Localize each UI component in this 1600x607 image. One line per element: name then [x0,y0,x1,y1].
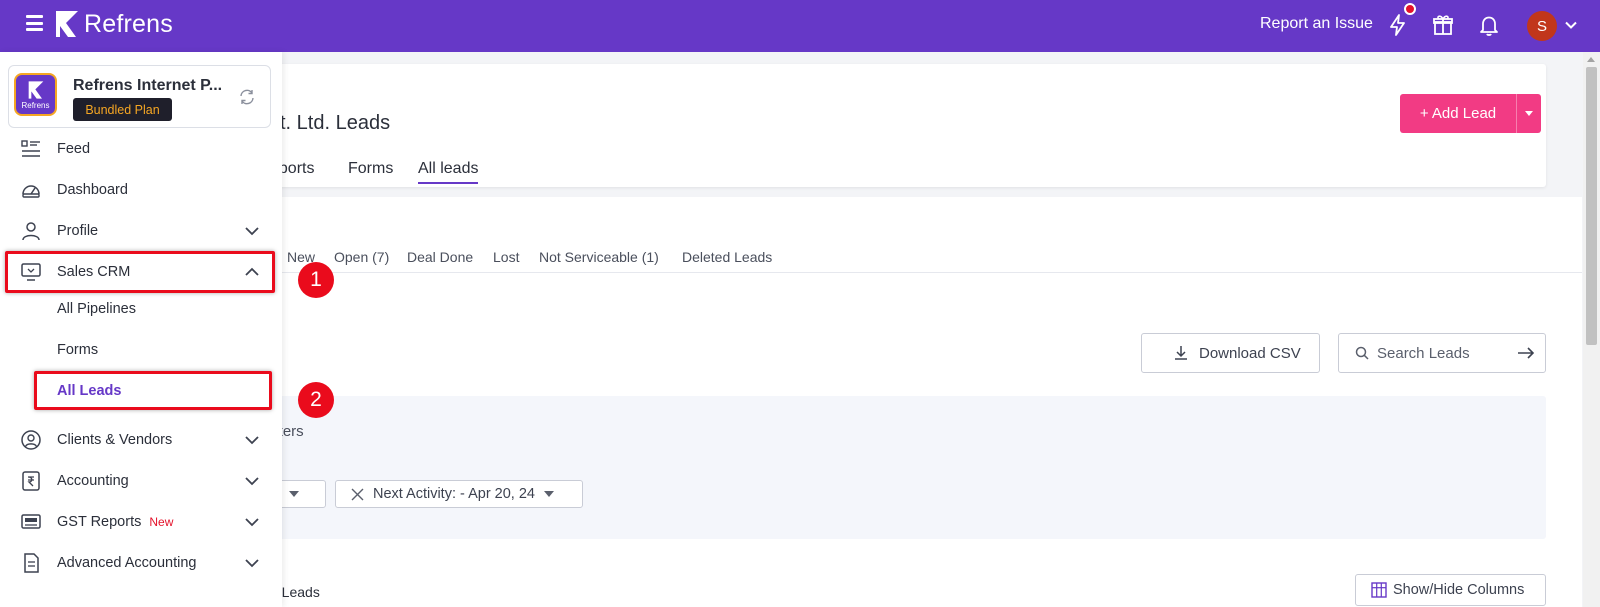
filters-panel [270,396,1546,539]
user-circle-icon [21,430,41,450]
add-lead-label: + Add Lead [1419,105,1497,122]
brand-name: Refrens [84,9,173,38]
sidebar-item-label: Feed [57,141,91,157]
user-avatar[interactable]: S [1527,11,1557,41]
sidebar: Refrens Refrens Internet P... Bundled Pl… [0,52,282,607]
chevron-down-icon[interactable] [244,223,260,239]
new-badge: New [149,515,174,529]
sidebar-item-label: GST Reports New [57,514,173,530]
org-switcher[interactable]: Refrens Refrens Internet P... Bundled Pl… [8,65,271,128]
download-csv-label: Download CSV [1199,344,1301,362]
caret-down-icon [289,491,300,497]
sidebar-subitem-all-pipelines[interactable]: All Pipelines [57,301,136,317]
user-icon [22,222,40,241]
sidebar-item-label: Advanced Accounting [57,555,197,571]
search-leads-input[interactable]: Search Leads [1338,333,1546,373]
filter-chip-next-activity[interactable]: Next Activity: - Apr 20, 24 [335,480,583,508]
scrollbar-thumb[interactable] [1586,67,1597,345]
status-tab-open[interactable]: Open (7) [334,249,389,265]
search-placeholder: Search Leads [1377,344,1470,362]
page-title: vt. Ltd. Leads [270,112,391,134]
chevron-down-icon[interactable] [244,555,260,571]
sidebar-item-gst-reports[interactable]: GST Reports New [0,504,282,540]
page-scrollbar[interactable] [1583,52,1600,607]
filter-chip-next-activity-label: Next Activity: - Apr 20, 24 [373,486,535,502]
refrens-logo-icon [56,11,78,37]
sidebar-item-accounting[interactable]: Accounting [0,463,282,499]
sidebar-item-label: Dashboard [57,182,128,198]
tab-forms[interactable]: Forms [348,160,393,182]
caret-down-icon[interactable] [1517,111,1541,116]
feed-icon [21,140,40,157]
scroll-up-arrow-icon[interactable] [1587,57,1595,62]
notification-dot [1404,3,1416,15]
status-tab-deal-done[interactable]: Deal Done [407,249,473,265]
sidebar-item-clients-vendors[interactable]: Clients & Vendors [0,422,282,458]
tab-all-leads[interactable]: All leads [418,160,479,184]
columns-grid-icon [1371,582,1387,598]
search-icon [1355,346,1369,360]
refrens-logo-icon [28,80,43,99]
rupee-icon [22,471,40,491]
status-tab-lost[interactable]: Lost [493,249,519,265]
sidebar-item-label: Accounting [57,473,129,489]
chevron-down-icon[interactable] [244,514,260,530]
sidebar-item-feed[interactable]: Feed [0,131,282,167]
document-icon [24,553,39,573]
brand-logo[interactable]: Refrens [54,9,173,39]
close-icon[interactable] [351,488,364,501]
sidebar-item-dashboard[interactable]: Dashboard [0,172,282,208]
status-tab-not-serviceable[interactable]: Not Serviceable (1) [539,249,659,265]
chevron-down-icon[interactable] [244,473,260,489]
lightning-icon[interactable] [1386,13,1410,37]
org-logo-text: Refrens [21,100,50,110]
download-icon [1175,346,1187,360]
gift-icon[interactable] [1431,13,1455,37]
bell-icon[interactable] [1477,13,1501,37]
report-issue-link[interactable]: Report an Issue [1260,15,1373,33]
chevron-down-icon[interactable] [1564,18,1578,32]
show-hide-columns-label: Show/Hide Columns [1393,582,1525,598]
sidebar-item-advanced-accounting[interactable]: Advanced Accounting [0,545,282,581]
status-tab-deleted-leads[interactable]: Deleted Leads [682,249,772,265]
plan-badge: Bundled Plan [73,98,172,121]
annotation-marker-1: 1 [298,262,334,298]
annotation-marker-2: 2 [298,382,334,418]
show-hide-columns-button[interactable]: Show/Hide Columns [1355,574,1546,606]
org-name: Refrens Internet P... [73,77,223,94]
caret-down-icon [544,491,554,497]
download-csv-button[interactable]: Download CSV [1141,333,1320,373]
gst-reports-label: GST Reports [57,514,142,530]
sidebar-item-label: Clients & Vendors [57,432,173,448]
arrow-right-icon[interactable] [1517,346,1535,360]
add-lead-button[interactable]: + Add Lead [1400,94,1541,133]
sidebar-item-label: Profile [57,223,99,239]
sidebar-subitem-forms[interactable]: Forms [57,342,98,358]
sidebar-item-profile[interactable]: Profile [0,213,282,249]
chevron-down-icon[interactable] [244,432,260,448]
status-tabs-divider [270,272,1582,273]
gst-icon [21,514,41,529]
top-bar: Refrens Report an Issue S [0,0,1600,52]
dashboard-icon [22,185,40,198]
sync-icon[interactable] [238,88,256,106]
org-logo: Refrens [14,73,57,116]
hamburger-menu-icon[interactable] [26,15,43,31]
annotation-highlight-all-leads [34,371,272,410]
annotation-highlight-sales-crm [5,251,275,293]
